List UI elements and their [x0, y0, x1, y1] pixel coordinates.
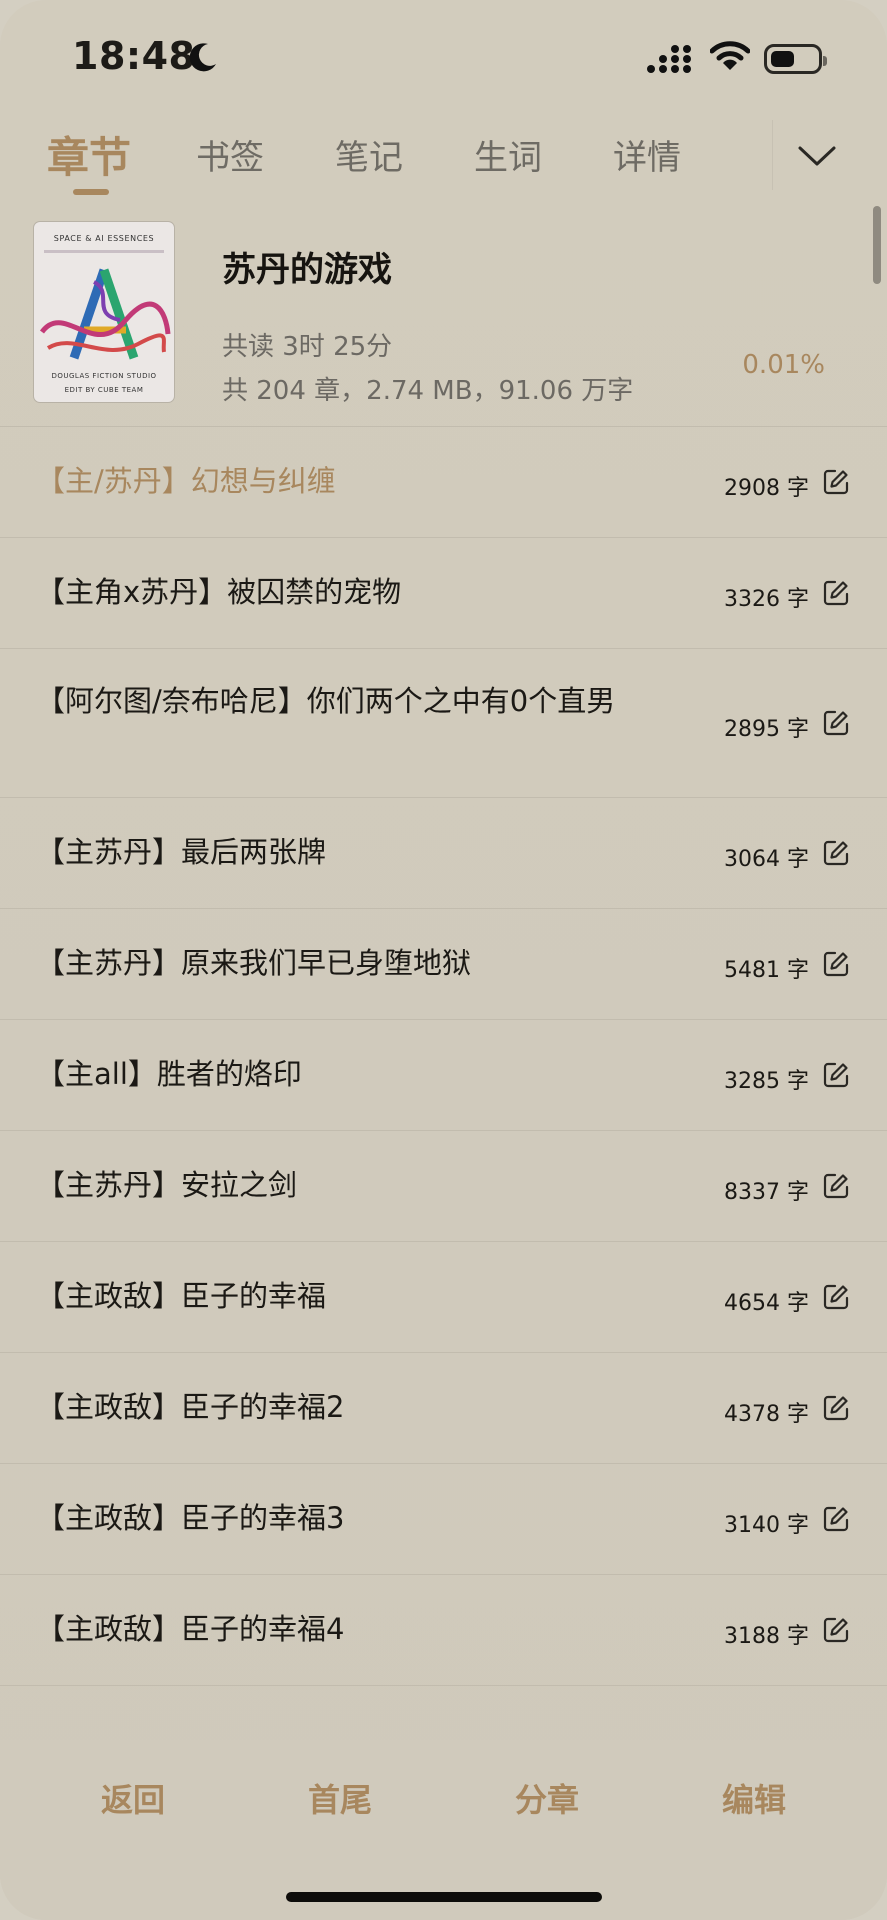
cover-art-letter-a-icon — [39, 268, 171, 360]
chapter-row[interactable]: 【主政敌】臣子的幸福2 4378 字 — [0, 1353, 887, 1464]
tab-bar: 章节 书签 笔记 生词 详情 — [0, 110, 887, 202]
split-chapters-button[interactable]: 分章 — [515, 1775, 579, 1821]
chapter-word-count: 2895 字 — [724, 716, 809, 742]
chapter-row[interactable]: 【主角x苏丹】被囚禁的宠物 3326 字 — [0, 538, 887, 649]
chapter-title: 【主政敌】臣子的幸福4 — [36, 1612, 345, 1646]
chapter-word-count: 4378 字 — [724, 1401, 809, 1427]
cover-subtitle-line — [44, 250, 164, 253]
chapter-word-count: 3140 字 — [724, 1512, 809, 1538]
book-stats: 共 204 章，2.74 MB，91.06 万字 — [222, 376, 634, 406]
chapter-row[interactable]: 【主/苏丹】幻想与纠缠 2908 字 — [0, 427, 887, 538]
chapter-word-count: 2908 字 — [724, 475, 809, 501]
chapter-title: 【阿尔图/奈布哈尼】你们两个之中有0个直男 — [36, 684, 616, 718]
do-not-disturb-moon-icon — [189, 43, 216, 72]
edit-note-icon[interactable] — [822, 468, 850, 496]
chapter-row[interactable]: 【主政敌】臣子的幸福4 3188 字 — [0, 1575, 887, 1686]
edit-note-icon[interactable] — [822, 1283, 850, 1311]
cover-footer-text-1: DOUGLAS FICTION STUDIO — [51, 372, 157, 380]
tab-vocabulary[interactable]: 生词 — [474, 130, 542, 179]
edit-note-icon[interactable] — [822, 1616, 850, 1644]
back-button[interactable]: 返回 — [101, 1775, 165, 1821]
chapter-title: 【主政敌】臣子的幸福 — [36, 1279, 327, 1313]
chapter-word-count: 3064 字 — [724, 846, 809, 872]
chapter-row[interactable]: 【阿尔图/奈布哈尼】你们两个之中有0个直男 2895 字 — [0, 649, 887, 798]
tab-details[interactable]: 详情 — [613, 130, 681, 179]
book-info-header: SPACE & AI ESSENCES DOUGLAS FICTION STUD… — [0, 210, 887, 426]
wifi-icon — [710, 41, 750, 70]
edit-note-icon[interactable] — [822, 579, 850, 607]
chapter-title: 【主政敌】臣子的幸福3 — [36, 1501, 345, 1535]
chapter-row[interactable]: 【主all】胜者的烙印 3285 字 — [0, 1020, 887, 1131]
chevron-down-icon[interactable] — [796, 136, 838, 176]
tab-separator — [772, 120, 773, 190]
edit-note-icon[interactable] — [822, 950, 850, 978]
book-cover[interactable]: SPACE & AI ESSENCES DOUGLAS FICTION STUD… — [34, 222, 174, 402]
chapter-row[interactable]: 【主政敌】臣子的幸福3 3140 字 — [0, 1464, 887, 1575]
chapter-word-count: 3326 字 — [724, 586, 809, 612]
edit-note-icon[interactable] — [822, 839, 850, 867]
edit-note-icon[interactable] — [822, 709, 850, 737]
chapter-row[interactable]: 【主政敌】臣子的幸福 4654 字 — [0, 1242, 887, 1353]
chapter-word-count: 4654 字 — [724, 1290, 809, 1316]
battery-icon — [764, 44, 827, 74]
chapter-list: 【主/苏丹】幻想与纠缠 2908 字【主角x苏丹】被囚禁的宠物 3326 字【阿尔图… — [0, 427, 887, 1686]
tab-notes[interactable]: 笔记 — [335, 130, 403, 179]
chapter-title: 【主all】胜者的烙印 — [36, 1057, 302, 1091]
cover-header-text: SPACE & AI ESSENCES — [53, 234, 155, 243]
tab-bookmarks[interactable]: 书签 — [196, 130, 264, 179]
chapter-word-count: 3188 字 — [724, 1623, 809, 1649]
book-title: 苏丹的游戏 — [222, 250, 392, 290]
first-last-button[interactable]: 首尾 — [308, 1775, 372, 1821]
active-tab-indicator — [73, 189, 109, 195]
reading-progress: 0.01% — [742, 350, 825, 380]
chapter-row[interactable]: 【主苏丹】最后两张牌 3064 字 — [0, 798, 887, 909]
chapter-word-count: 3285 字 — [724, 1068, 809, 1094]
chapter-word-count: 8337 字 — [724, 1179, 809, 1205]
chapter-title: 【主政敌】臣子的幸福2 — [36, 1390, 345, 1424]
reading-time: 共读 3时 25分 — [222, 332, 393, 362]
chapter-title: 【主角x苏丹】被囚禁的宠物 — [36, 575, 402, 609]
bottom-toolbar: 返回 首尾 分章 编辑 — [0, 1740, 887, 1920]
chapter-title: 【主苏丹】原来我们早已身堕地狱 — [36, 946, 472, 980]
cover-footer-text-2: EDIT BY CUBE TEAM — [64, 386, 144, 394]
chapter-row[interactable]: 【主苏丹】原来我们早已身堕地狱 5481 字 — [0, 909, 887, 1020]
status-time: 18:48 — [72, 34, 196, 78]
edit-note-icon[interactable] — [822, 1505, 850, 1533]
edit-note-icon[interactable] — [822, 1394, 850, 1422]
status-bar: 18:48 — [0, 0, 887, 110]
scrollbar[interactable] — [873, 206, 881, 284]
chapter-word-count: 5481 字 — [724, 957, 809, 983]
edit-note-icon[interactable] — [822, 1061, 850, 1089]
edit-note-icon[interactable] — [822, 1172, 850, 1200]
phone-screen: 18:48 章节 书签 笔记 生词 详情 SPACE & AI ESSENCES… — [0, 0, 887, 1920]
edit-button[interactable]: 编辑 — [722, 1775, 786, 1821]
chapter-title: 【主苏丹】安拉之剑 — [36, 1168, 298, 1202]
chapter-title: 【主/苏丹】幻想与纠缠 — [36, 464, 336, 498]
chapter-title: 【主苏丹】最后两张牌 — [36, 835, 327, 869]
home-indicator[interactable] — [286, 1892, 602, 1902]
cellular-signal-icon — [647, 45, 691, 73]
tab-chapters[interactable]: 章节 — [47, 124, 131, 185]
chapter-row[interactable]: 【主苏丹】安拉之剑 8337 字 — [0, 1131, 887, 1242]
